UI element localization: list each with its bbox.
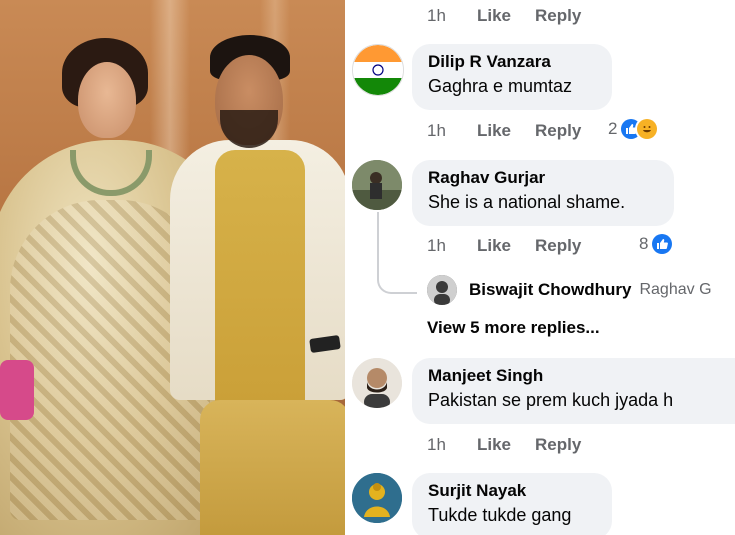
- groom-kurta: [215, 150, 305, 430]
- bride-face: [78, 62, 136, 138]
- reply-button[interactable]: Reply: [535, 236, 605, 256]
- haha-icon: [637, 119, 658, 139]
- reaction-count: 2: [608, 119, 618, 138]
- wedding-photo: [0, 0, 345, 535]
- comment-bubble: Dilip R Vanzara Gaghra e mumtaz: [412, 44, 612, 110]
- comment-bubble: Surjit Nayak Tukde tukde gang: [412, 473, 612, 535]
- comments-panel: 1h Like Reply Dilip R Vanzara Gaghra e m…: [345, 0, 735, 535]
- comment-text: Gaghra e mumtaz: [428, 76, 573, 96]
- reaction-count: 8: [639, 234, 649, 253]
- comment-time[interactable]: 1h: [427, 6, 477, 26]
- comment-text: She is a national shame.: [428, 192, 626, 212]
- thread-line: [377, 212, 379, 272]
- reply-target: Raghav G: [639, 281, 712, 298]
- thread-connector: [377, 290, 415, 326]
- like-icon: [652, 234, 673, 254]
- comment-time[interactable]: 1h: [427, 236, 477, 256]
- profile-photo-icon: [427, 275, 457, 305]
- comment-bubble: Raghav Gurjar She is a national shame.: [412, 160, 674, 226]
- groom-legs: [200, 400, 345, 535]
- reply-author[interactable]: Biswajit Chowdhury: [469, 280, 631, 300]
- comment-author[interactable]: Surjit Nayak: [428, 481, 596, 501]
- reply-button[interactable]: Reply: [535, 121, 605, 141]
- profile-photo-icon[interactable]: [352, 358, 402, 408]
- like-button[interactable]: Like: [477, 236, 535, 256]
- comment-author[interactable]: Raghav Gurjar: [428, 168, 658, 188]
- comment-author[interactable]: Dilip R Vanzara: [428, 52, 596, 72]
- profile-photo-icon[interactable]: [352, 160, 402, 210]
- profile-photo-icon[interactable]: [352, 473, 402, 523]
- reply-preview[interactable]: Biswajit Chowdhury Raghav G: [427, 275, 712, 305]
- reaction-summary[interactable]: 2: [608, 119, 658, 139]
- comment-time[interactable]: 1h: [427, 121, 477, 141]
- reply-button[interactable]: Reply: [535, 435, 605, 455]
- comment-actions: 1h Like Reply: [427, 121, 605, 141]
- comment-text: Pakistan se prem kuch jyada h: [428, 390, 674, 410]
- comment-author[interactable]: Manjeet Singh: [428, 366, 735, 386]
- reply-button[interactable]: Reply: [535, 6, 605, 26]
- comment-actions: 1h Like Reply: [427, 6, 605, 26]
- view-more-replies-link[interactable]: View 5 more replies...: [427, 318, 600, 338]
- comment-time[interactable]: 1h: [427, 435, 477, 455]
- reaction-summary[interactable]: 8: [639, 234, 673, 254]
- comment-bubble: Manjeet Singh Pakistan se prem kuch jyad…: [412, 358, 735, 424]
- comment-actions: 1h Like Reply: [427, 435, 605, 455]
- comment-text: Tukde tukde gang: [428, 505, 572, 525]
- comment-actions: 1h Like Reply: [427, 236, 605, 256]
- pink-accent: [0, 360, 34, 420]
- like-button[interactable]: Like: [477, 121, 535, 141]
- india-flag-icon[interactable]: [352, 44, 404, 96]
- like-button[interactable]: Like: [477, 435, 535, 455]
- like-button[interactable]: Like: [477, 6, 535, 26]
